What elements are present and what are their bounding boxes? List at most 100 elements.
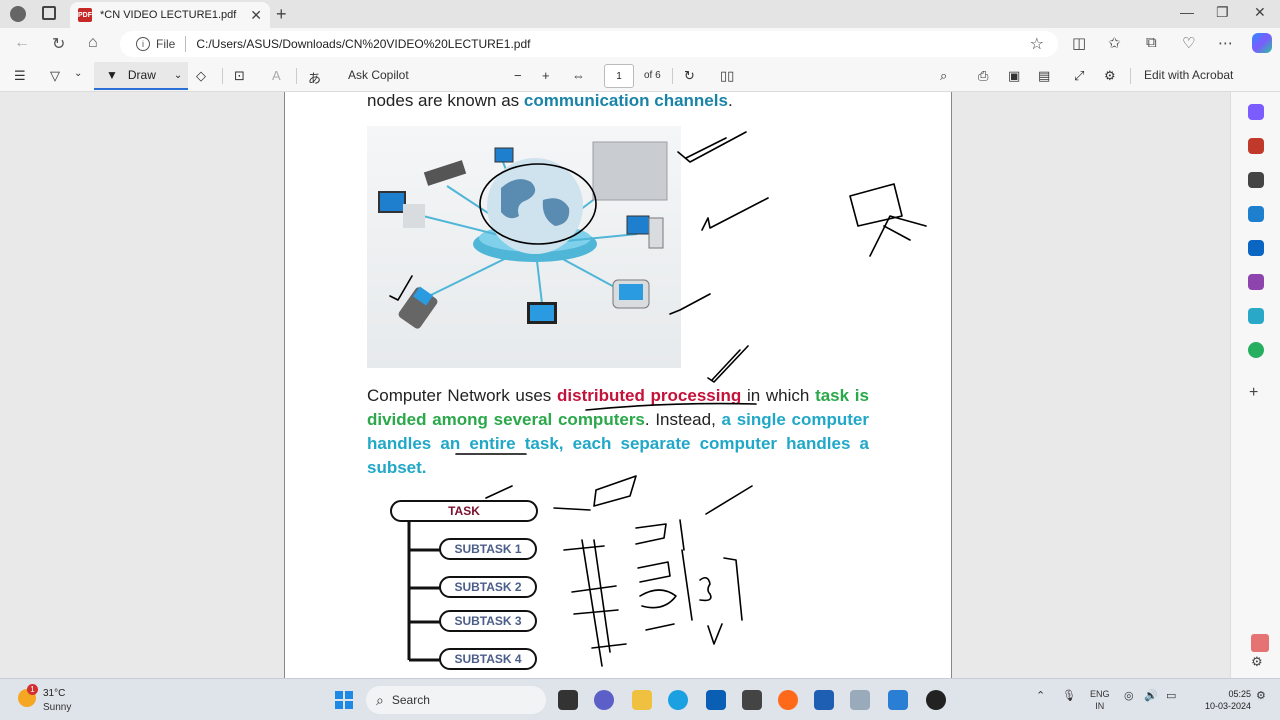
fit-page-icon[interactable]: ⇔	[572, 68, 585, 83]
edit-with-acrobat-button[interactable]: Edit with Acrobat	[1144, 68, 1233, 82]
snipping-tool-icon[interactable]	[850, 690, 870, 710]
rotate-icon[interactable]: ↻	[684, 68, 695, 84]
back-icon[interactable]: ←	[14, 34, 30, 52]
clock[interactable]: 05:25 10-03-2024	[1205, 688, 1251, 712]
sidebar-tree-icon[interactable]	[1248, 342, 1264, 358]
read-aloud-icon[interactable]: あ	[308, 68, 321, 87]
search-icon[interactable]: ⌕	[940, 68, 947, 84]
tab-actions-icon[interactable]	[42, 6, 56, 20]
sidebar-games-icon[interactable]	[1248, 172, 1264, 188]
para-plain-3: . Instead,	[644, 410, 722, 429]
task-label: TASK	[448, 504, 480, 518]
eraser-icon[interactable]: ◇	[196, 68, 206, 84]
ask-copilot-button[interactable]: Ask Copilot	[348, 68, 409, 82]
page-view-icon[interactable]: ▯▯	[720, 68, 734, 84]
language-indicator[interactable]: ENG IN	[1090, 688, 1110, 712]
close-window-icon[interactable]: ✕	[1254, 4, 1266, 21]
url-text[interactable]: C:/Users/ASUS/Downloads/CN%20VIDEO%20LEC…	[196, 37, 530, 51]
refresh-icon[interactable]: ↻	[52, 34, 65, 54]
store-icon[interactable]	[706, 690, 726, 710]
microphone-icon[interactable]: 🎙	[1062, 689, 1076, 702]
pdf-page: nodes are known as communication channel…	[284, 92, 952, 678]
sidebar-settings-icon[interactable]: ⚙	[1251, 654, 1263, 670]
info-icon[interactable]: i	[136, 37, 150, 51]
toolbar-divider	[1130, 68, 1131, 84]
sidebar-send-icon[interactable]	[1248, 308, 1264, 324]
notifications-icon[interactable]: ⚙	[1256, 689, 1266, 702]
minimize-icon[interactable]: —	[1180, 4, 1194, 20]
tab-strip: PDF *CN VIDEO LECTURE1.pdf ✕ + — ❐ ✕	[0, 0, 1280, 28]
save-as-icon[interactable]: ▤	[1038, 68, 1050, 84]
favorites-icon[interactable]: ✩	[1108, 34, 1121, 52]
tray-chevron-icon[interactable]: ⌃	[1036, 689, 1045, 702]
page-number-input[interactable]: 1	[604, 64, 634, 88]
sidebar-designer-icon[interactable]	[1248, 274, 1264, 290]
draw-dropdown-icon[interactable]: ⌄	[174, 70, 182, 81]
firefox-icon[interactable]	[778, 690, 798, 710]
network-illustration	[367, 126, 681, 368]
highlight-icon[interactable]: ▽	[50, 68, 60, 84]
subtask-label: SUBTASK 2	[454, 580, 522, 594]
profile-icon[interactable]	[10, 6, 26, 22]
text-format-icon: A	[272, 68, 281, 83]
word-icon[interactable]	[814, 690, 834, 710]
draw-button[interactable]: ▼ Draw ⌄	[94, 62, 188, 90]
para-plain-1: Computer Network uses	[367, 386, 558, 405]
app2-icon[interactable]	[888, 690, 908, 710]
app3-icon[interactable]	[926, 690, 946, 710]
favorite-star-icon[interactable]: ☆	[1030, 34, 1044, 54]
lang-top: ENG	[1090, 689, 1110, 699]
acrobat-icon[interactable]	[1251, 634, 1269, 652]
intro-end: .	[727, 92, 733, 110]
extensions-icon[interactable]: ♡	[1182, 34, 1195, 52]
toolbar-divider	[296, 68, 297, 84]
subtask-box: SUBTASK 1	[439, 538, 537, 560]
sidebar-shopping-icon[interactable]	[1248, 104, 1264, 120]
teams-icon[interactable]	[594, 690, 614, 710]
subtask-box: SUBTASK 4	[439, 648, 537, 670]
pdf-file-icon: PDF	[78, 8, 92, 22]
network-icon[interactable]: ◎	[1124, 689, 1134, 702]
split-screen-icon[interactable]: ◫	[1072, 34, 1086, 52]
intro-line: nodes are known as communication channel…	[367, 92, 869, 113]
tab-active[interactable]: PDF *CN VIDEO LECTURE1.pdf ✕	[70, 2, 270, 28]
fullscreen-icon[interactable]: ⤢	[1074, 68, 1084, 84]
pdf-viewer[interactable]: nodes are known as communication channel…	[0, 92, 1230, 678]
sidebar-tools-icon[interactable]	[1248, 138, 1264, 154]
volume-icon[interactable]: 🔊	[1144, 689, 1158, 702]
home-icon[interactable]: ⌂	[88, 34, 98, 52]
sidebar-add-icon[interactable]: +	[1249, 384, 1258, 402]
settings-icon[interactable]: ⚙	[1104, 68, 1116, 84]
more-menu-icon[interactable]: ⋯	[1218, 34, 1233, 52]
sidebar-outlook-icon[interactable]	[1248, 240, 1264, 256]
copilot-icon[interactable]	[1252, 33, 1272, 53]
zoom-out-icon[interactable]: −	[514, 68, 522, 83]
weather-temp: 31°C	[43, 688, 66, 699]
collections-icon[interactable]: ⧉	[1146, 34, 1157, 51]
battery-icon[interactable]: ▭	[1166, 689, 1176, 702]
highlight-dropdown-icon[interactable]: ⌄	[74, 68, 82, 79]
lang-bottom: IN	[1095, 701, 1105, 711]
app-icon[interactable]	[742, 690, 762, 710]
address-row: ← ↻ ⌂ i File C:/Users/ASUS/Downloads/CN%…	[0, 28, 1280, 60]
start-button[interactable]	[335, 691, 353, 709]
task-view-icon[interactable]	[558, 690, 578, 710]
address-separator	[185, 36, 187, 52]
address-prefix: File	[156, 37, 176, 51]
distributed-paragraph: Computer Network uses distributed proces…	[367, 384, 869, 480]
save-icon[interactable]: ▣	[1008, 68, 1020, 84]
file-explorer-icon[interactable]	[632, 690, 652, 710]
contents-icon[interactable]: ☰	[14, 68, 26, 84]
new-tab-icon[interactable]: +	[276, 4, 287, 25]
subtask-label: SUBTASK 1	[454, 542, 522, 556]
close-tab-icon[interactable]: ✕	[250, 7, 262, 24]
print-icon[interactable]: ⎙	[978, 68, 988, 84]
add-text-icon[interactable]: ⊡	[234, 68, 245, 84]
edge-icon[interactable]	[668, 690, 688, 710]
maximize-icon[interactable]: ❐	[1216, 4, 1229, 21]
page-total: of 6	[644, 70, 661, 81]
taskbar-search[interactable]: ⌕ Search	[366, 686, 546, 714]
address-bar[interactable]: i File C:/Users/ASUS/Downloads/CN%20VIDE…	[120, 31, 1058, 57]
sidebar-m365-icon[interactable]	[1248, 206, 1264, 222]
zoom-in-icon[interactable]: +	[542, 68, 550, 83]
